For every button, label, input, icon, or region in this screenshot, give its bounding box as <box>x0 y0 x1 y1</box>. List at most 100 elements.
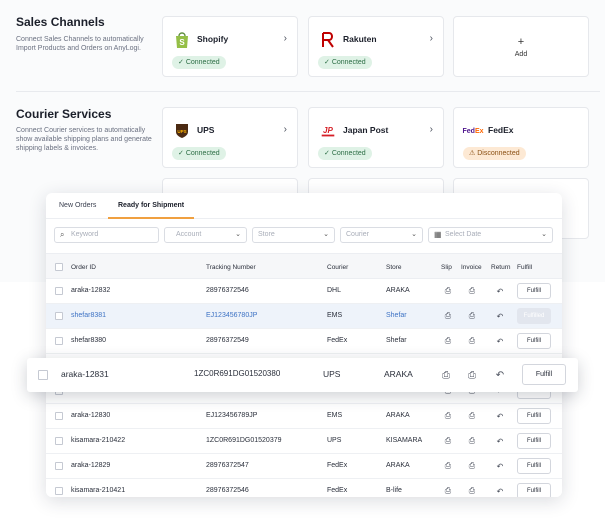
print-slip-icon[interactable]: ⎙ <box>443 411 453 421</box>
print-invoice-icon[interactable]: ⎙ <box>467 336 477 346</box>
order-id[interactable]: shefar8380 <box>71 337 106 344</box>
fulfill-button[interactable]: Fulfill <box>517 433 551 449</box>
print-slip-icon[interactable]: ⎙ <box>441 370 451 381</box>
print-invoice-icon[interactable]: ⎙ <box>467 311 477 321</box>
date-picker[interactable]: ▦ Select Date ⌄ <box>428 227 553 243</box>
column-header[interactable]: Tracking Number <box>206 264 256 271</box>
tab-ready-for-shipment[interactable]: Ready for Shipment <box>118 202 184 209</box>
order-id[interactable]: kisamara-210422 <box>71 437 125 444</box>
table-row[interactable]: kisamara-210421 28976372546 FedEx B-life ⎙ ⎙ ↶… <box>46 479 562 497</box>
fulfill-button[interactable]: Fulfill <box>517 483 551 497</box>
select-all-checkbox[interactable] <box>55 263 63 271</box>
fulfill-button[interactable]: Fulfill <box>517 458 551 474</box>
row-checkbox[interactable] <box>55 462 63 470</box>
ups-shield-icon: UPS <box>173 122 191 140</box>
table-row[interactable]: kisamara-210422 1ZC0R691DG01520379 UPS KISA… <box>46 429 562 454</box>
plus-icon: + <box>517 36 525 48</box>
print-slip-icon[interactable]: ⎙ <box>443 336 453 346</box>
status-badge: ✓ Connected <box>318 147 372 160</box>
fulfill-button[interactable]: Fulfill <box>517 333 551 349</box>
highlighted-order-row[interactable]: araka-12831 1ZC0R691DG01520380 UPS ARAKA… <box>27 358 578 392</box>
chevron-right-icon[interactable]: › <box>430 124 433 135</box>
card-name: UPS <box>197 125 215 135</box>
order-id[interactable]: araka-12831 <box>61 369 109 379</box>
add-sales-channel-card[interactable]: + Add <box>453 16 589 77</box>
table-row[interactable]: araka-12830 EJ123456789JP EMS ARAKA ⎙ ⎙ ↶ Fulfi… <box>46 404 562 429</box>
return-icon[interactable]: ↶ <box>495 286 505 296</box>
row-checkbox[interactable] <box>55 412 63 420</box>
return-icon[interactable]: ↶ <box>495 336 505 346</box>
fulfill-button[interactable]: Fulfill <box>517 283 551 299</box>
print-slip-icon[interactable]: ⎙ <box>443 461 453 471</box>
print-invoice-icon[interactable]: ⎙ <box>467 461 477 471</box>
row-checkbox[interactable] <box>55 312 63 320</box>
chevron-right-icon[interactable]: › <box>284 124 287 135</box>
print-invoice-icon[interactable]: ⎙ <box>467 436 477 446</box>
active-tab-indicator <box>108 217 194 219</box>
search-icon: ⌕ <box>60 230 65 239</box>
keyword-search-input[interactable]: ⌕ Keyword <box>54 227 159 243</box>
fulfill-button[interactable]: Fulfill <box>522 364 566 385</box>
return-icon[interactable]: ↶ <box>495 436 505 446</box>
column-header[interactable]: Order ID <box>71 264 96 271</box>
courier-select[interactable]: Courier ⌄ <box>340 227 423 243</box>
return-icon[interactable]: ↶ <box>495 411 505 421</box>
order-id[interactable]: araka-12832 <box>71 287 110 294</box>
japan-post-card[interactable]: JP Japan Post › ✓ Connected <box>308 107 444 168</box>
tracking-number: 1ZC0R691DG01520379 <box>206 437 282 444</box>
fulfill-button[interactable]: Fulfilled <box>517 308 551 324</box>
order-id[interactable]: shefar8381 <box>71 312 106 319</box>
chevron-right-icon[interactable]: › <box>430 33 433 44</box>
return-icon[interactable]: ↶ <box>495 486 505 496</box>
fedex-card[interactable]: Fed Ex FedEx ⚠ Disconnected <box>453 107 589 168</box>
account-select[interactable]: Account ⌄ <box>164 227 247 243</box>
status-badge: ✓ Connected <box>172 147 226 160</box>
tracking-number: 28976372546 <box>206 287 249 294</box>
return-icon[interactable]: ↶ <box>495 370 505 381</box>
status-badge: ✓ Connected <box>172 56 226 69</box>
tracking-number: 28976372546 <box>206 487 249 494</box>
rakuten-r-icon <box>319 31 337 49</box>
tracking-number: 28976372549 <box>206 337 249 344</box>
svg-text:UPS: UPS <box>177 129 186 134</box>
chevron-right-icon[interactable]: › <box>284 33 287 44</box>
table-row[interactable]: shefar8381 EJ123456780JP EMS Shefar ⎙ ⎙ ↶ Fulfi… <box>46 304 562 329</box>
column-header[interactable]: Courier <box>327 264 348 271</box>
order-id[interactable]: araka-12830 <box>71 412 110 419</box>
table-row[interactable]: araka-12829 28976372547 FedEx ARAKA ⎙ ⎙ ↶ Fulfi… <box>46 454 562 479</box>
fulfill-button[interactable]: Fulfill <box>517 408 551 424</box>
tab-new-orders[interactable]: New Orders <box>59 202 96 209</box>
row-checkbox[interactable] <box>38 370 48 380</box>
print-invoice-icon[interactable]: ⎙ <box>467 370 477 381</box>
rakuten-card[interactable]: Rakuten › ✓ Connected <box>308 16 444 77</box>
store-cell: B-life <box>386 487 402 494</box>
row-checkbox[interactable] <box>55 287 63 295</box>
row-checkbox[interactable] <box>55 437 63 445</box>
print-slip-icon[interactable]: ⎙ <box>443 286 453 296</box>
print-invoice-icon[interactable]: ⎙ <box>467 411 477 421</box>
column-header[interactable]: Store <box>386 264 402 271</box>
print-slip-icon[interactable]: ⎙ <box>443 436 453 446</box>
print-slip-icon[interactable]: ⎙ <box>443 486 453 496</box>
status-badge: ⚠ Disconnected <box>463 147 526 160</box>
row-checkbox[interactable] <box>55 487 63 495</box>
return-icon[interactable]: ↶ <box>495 461 505 471</box>
ups-card[interactable]: UPS UPS › ✓ Connected <box>162 107 298 168</box>
table-row[interactable]: araka-12832 28976372546 DHL ARAKA ⎙ ⎙ ↶ Fulfill <box>46 279 562 304</box>
order-id[interactable]: araka-12829 <box>71 462 110 469</box>
table-row[interactable]: shefar8380 28976372549 FedEx Shefar ⎙ ⎙ ↶ Fulfi… <box>46 329 562 354</box>
order-id[interactable]: kisamara-210421 <box>71 487 125 494</box>
courier-cell: DHL <box>327 287 342 294</box>
courier-cell: FedEx <box>327 462 348 469</box>
sales-channels-title: Sales Channels <box>16 15 105 29</box>
tracking-number: 1ZC0R691DG01520380 <box>194 369 281 378</box>
print-invoice-icon[interactable]: ⎙ <box>467 286 477 296</box>
svg-text:S: S <box>179 38 185 47</box>
column-header: Return <box>491 264 511 271</box>
row-checkbox[interactable] <box>55 337 63 345</box>
print-slip-icon[interactable]: ⎙ <box>443 311 453 321</box>
shopify-card[interactable]: S Shopify › ✓ Connected <box>162 16 298 77</box>
store-select[interactable]: Store ⌄ <box>252 227 335 243</box>
return-icon[interactable]: ↶ <box>495 311 505 321</box>
print-invoice-icon[interactable]: ⎙ <box>467 486 477 496</box>
